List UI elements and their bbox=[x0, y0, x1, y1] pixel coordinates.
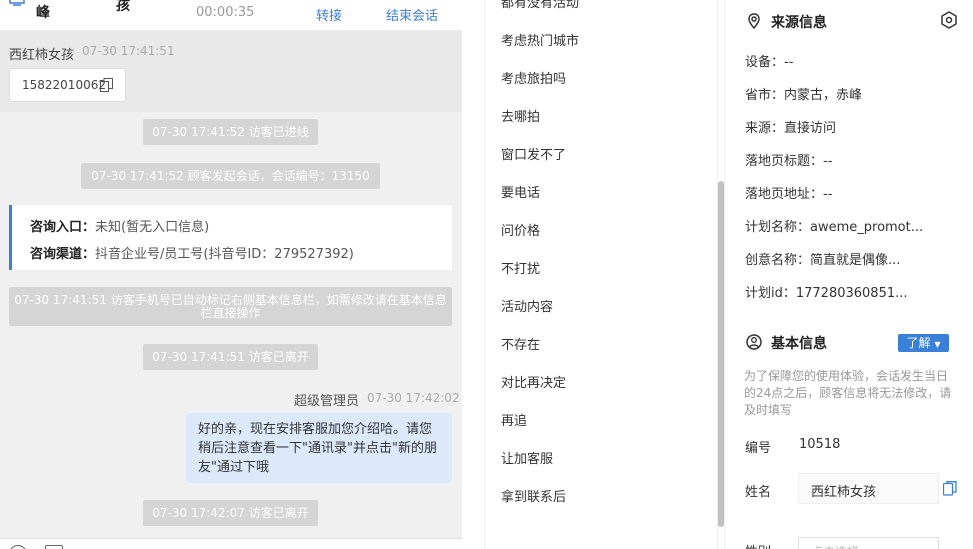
customer-info-panel: 来源信息 设备：-- 省市：内蒙古，赤峰 来源：直接访问 落地页标题：-- 落地… bbox=[724, 0, 973, 549]
system-message: 07-30 17:41:52 顾客发起会话，会话编号：13150 bbox=[81, 163, 380, 189]
end-session-button[interactable]: 结束会话 bbox=[386, 5, 438, 24]
learn-more-label: 了解 bbox=[906, 336, 931, 350]
landing-page-url: 落地页地址：-- bbox=[745, 187, 833, 202]
chat-header: 峰 孩 00:00:35 转接 结束会话 bbox=[0, 0, 462, 30]
transfer-button[interactable]: 转接 bbox=[316, 5, 342, 24]
inquiry-channel-value: 抖音企业号/员工号(抖音号ID：279527392) bbox=[95, 247, 354, 262]
quick-reply-item[interactable]: 问价格 bbox=[501, 220, 540, 239]
quick-reply-item[interactable]: 拿到联系后 bbox=[501, 486, 566, 505]
quick-reply-item[interactable]: 让加客服 bbox=[501, 448, 553, 467]
chat-toolbar bbox=[0, 538, 462, 549]
basic-info-title: 基本信息 bbox=[771, 336, 827, 352]
quick-reply-panel: 都有没有活动 考虑热门城市 考虑旅拍吗 去哪拍 窗口发不了 要电话 问价格 不打… bbox=[484, 0, 725, 549]
inquiry-channel-label: 咨询渠道： bbox=[30, 247, 96, 262]
agent-name: 超级管理员 bbox=[294, 394, 360, 409]
computer-icon bbox=[9, 0, 25, 6]
inquiry-card: 咨询入口：未知(暂无入口信息) 咨询渠道：抖音企业号/员工号(抖音号ID：279… bbox=[9, 205, 452, 270]
learn-more-button[interactable]: 了解 ▼ bbox=[898, 334, 949, 352]
quick-reply-item[interactable]: 窗口发不了 bbox=[501, 144, 566, 163]
copy-icon[interactable] bbox=[100, 78, 113, 92]
agent-message-bubble: 好的亲，现在安排客服加您介绍哈。请您稍后注意查看一下"通讯录"并点击"新的朋友"… bbox=[186, 413, 452, 483]
chat-panel: 峰 孩 00:00:35 转接 结束会话 西红柿女孩 07-30 17:41:5… bbox=[0, 0, 462, 549]
settings-icon[interactable] bbox=[940, 11, 958, 29]
edit-notice: 为了保障您的使用体验，会话发生当日的24点之后，顾客信息将无法修改，请及时填写 bbox=[744, 369, 952, 417]
visitor-name: 西红柿女孩 bbox=[9, 48, 75, 63]
message-time: 07-30 17:42:02 bbox=[367, 391, 460, 405]
session-duration: 00:00:35 bbox=[196, 5, 255, 20]
name-label: 姓名 bbox=[745, 485, 772, 500]
customer-id-value: 10518 bbox=[799, 437, 841, 452]
plan-name: 计划名称：aweme_promot... bbox=[745, 220, 924, 235]
creative-name: 创意名称：简直就是偶像... bbox=[745, 253, 901, 268]
quick-reply-item[interactable]: 再追 bbox=[501, 410, 527, 429]
section-title: 来源信息 bbox=[745, 12, 827, 32]
inquiry-entry: 咨询入口：未知(暂无入口信息) bbox=[30, 216, 209, 235]
message-time: 07-30 17:41:51 bbox=[82, 44, 175, 58]
copy-icon[interactable] bbox=[943, 481, 957, 496]
section-title: 基本信息 bbox=[745, 333, 827, 353]
visitor-name-partial-2: 孩 bbox=[116, 0, 130, 14]
landing-page-title: 落地页标题：-- bbox=[745, 154, 833, 169]
inquiry-entry-value: 未知(暂无入口信息) bbox=[95, 220, 210, 235]
system-message: 07-30 17:42:07 访客已离开 bbox=[143, 500, 318, 526]
caret-down-icon: ▼ bbox=[934, 340, 941, 349]
name-field[interactable]: 西红柿女孩 bbox=[798, 473, 939, 504]
quick-reply-item[interactable]: 考虑热门城市 bbox=[501, 30, 579, 49]
system-message: 07-30 17:41:51 访客手机号已自动标记右侧基本信息栏，如需修改请在基… bbox=[9, 287, 452, 326]
quick-reply-item[interactable]: 活动内容 bbox=[501, 296, 553, 315]
system-message: 07-30 17:41:52 访客已进线 bbox=[143, 119, 318, 145]
quick-reply-item[interactable]: 不打扰 bbox=[501, 258, 540, 277]
inquiry-channel: 咨询渠道：抖音企业号/员工号(抖音号ID：279527392) bbox=[30, 243, 354, 262]
visitor-message: 西红柿女孩 07-30 17:41:51 15822010062 bbox=[0, 30, 462, 112]
quick-reply-item[interactable]: 考虑旅拍吗 bbox=[501, 68, 566, 87]
source-channel: 来源：直接访问 bbox=[745, 121, 837, 136]
source-title: 来源信息 bbox=[771, 15, 827, 31]
source-region: 省市：内蒙古，赤峰 bbox=[745, 88, 863, 103]
plan-id: 计划id：177280360851... bbox=[745, 286, 908, 301]
quick-reply-item[interactable]: 都有没有活动 bbox=[501, 0, 579, 11]
source-device: 设备：-- bbox=[745, 55, 794, 70]
phone-card: 15822010062 bbox=[9, 68, 126, 102]
phone-number: 15822010062 bbox=[22, 78, 106, 92]
system-message: 07-30 17:41:51 访客已离开 bbox=[143, 344, 318, 370]
quick-reply-item[interactable]: 对比再决定 bbox=[501, 372, 566, 391]
quick-reply-item[interactable]: 不存在 bbox=[501, 334, 540, 353]
customer-id-label: 编号 bbox=[745, 441, 772, 456]
folder-icon[interactable] bbox=[45, 545, 63, 549]
emoji-icon[interactable] bbox=[9, 545, 27, 549]
gender-label: 性别 bbox=[745, 541, 771, 549]
inquiry-entry-label: 咨询入口： bbox=[30, 220, 96, 235]
quick-reply-item[interactable]: 要电话 bbox=[501, 182, 540, 201]
gender-select[interactable]: 点击选择 bbox=[798, 537, 939, 549]
visitor-name-partial: 峰 bbox=[36, 5, 50, 21]
quick-reply-item[interactable]: 去哪拍 bbox=[501, 106, 540, 125]
